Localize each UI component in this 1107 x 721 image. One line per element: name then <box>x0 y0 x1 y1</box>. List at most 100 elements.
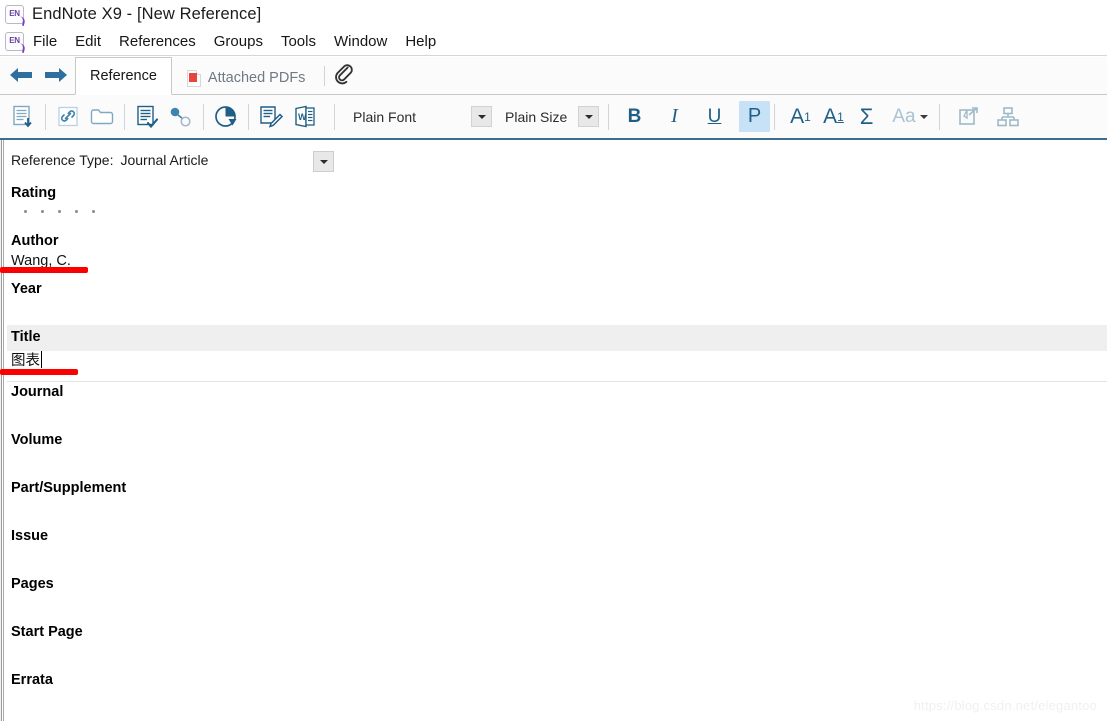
find-reference-updates-icon[interactable] <box>164 100 198 134</box>
rating-star-1[interactable] <box>24 209 27 213</box>
field-pages[interactable]: Pages <box>7 575 1107 614</box>
link-icon[interactable] <box>51 100 85 134</box>
tab-attached-pdfs[interactable]: Attached PDFs <box>172 62 321 94</box>
toolbar-divider-3 <box>203 103 204 130</box>
menu-file[interactable]: File <box>24 32 66 51</box>
field-title-input[interactable]: 图表 <box>7 351 42 371</box>
paperclip-icon[interactable] <box>327 56 361 94</box>
field-start-page-value[interactable] <box>7 642 1107 662</box>
field-pages-value[interactable] <box>7 594 1107 614</box>
pdf-file-icon <box>186 69 201 87</box>
field-issue[interactable]: Issue <box>7 527 1107 566</box>
sigma-icon: Σ <box>859 103 874 129</box>
field-part-supplement-value[interactable] <box>7 498 1107 518</box>
superscript-digit: 1 <box>804 109 811 124</box>
find-full-text-icon[interactable] <box>130 100 164 134</box>
menu-endnote-icon[interactable]: EN <box>5 32 26 54</box>
plain-font-dropdown-icon[interactable] <box>471 106 492 127</box>
text-cursor <box>41 351 42 368</box>
plain-font-combo[interactable]: Plain Font <box>349 103 492 130</box>
toolbar-divider <box>45 103 46 130</box>
author-underline-annotation <box>0 267 88 273</box>
menu-bar: EN File Edit References Groups Tools Win… <box>0 28 1107 56</box>
field-author[interactable]: Author Wang, C. <box>7 232 1107 271</box>
menu-tools[interactable]: Tools <box>272 32 325 51</box>
field-part-supplement[interactable]: Part/Supplement <box>7 479 1107 518</box>
field-rating-label: Rating <box>11 185 57 201</box>
formatting-toolbar: W Plain Font Plain Size B I U P A1 A 1 Σ… <box>0 95 1107 140</box>
chart-icon[interactable] <box>209 100 243 134</box>
edit-reference-icon[interactable] <box>254 100 288 134</box>
open-link-icon[interactable] <box>951 100 985 134</box>
field-year-label: Year <box>11 281 42 297</box>
plain-button[interactable]: P <box>739 101 770 132</box>
reference-fields-container: Reference Type: Journal Article Rating A… <box>7 140 1107 721</box>
folder-icon[interactable] <box>85 100 119 134</box>
window-title: EndNote X9 - [New Reference] <box>32 4 262 23</box>
plain-size-value: Plain Size <box>505 108 568 125</box>
title-underline-annotation <box>0 369 78 375</box>
toolbar-divider-7 <box>774 103 775 130</box>
back-arrow-icon[interactable] <box>8 65 34 85</box>
menu-window[interactable]: Window <box>325 32 396 51</box>
field-title-label: Title <box>7 325 1107 351</box>
forward-arrow-icon[interactable] <box>43 65 69 85</box>
reference-type-row: Reference Type: Journal Article <box>11 152 208 168</box>
field-title[interactable]: Title 图表 <box>7 325 1107 371</box>
title-bar: EN EndNote X9 - [New Reference] <box>0 0 1107 28</box>
field-year-value[interactable] <box>7 299 1107 319</box>
change-case-button[interactable]: Aa <box>889 101 919 132</box>
word-icon[interactable]: W <box>288 100 322 134</box>
reference-form-panel: Reference Type: Journal Article Rating A… <box>0 140 1107 721</box>
new-reference-icon[interactable] <box>6 100 40 134</box>
field-journal-label: Journal <box>11 384 64 400</box>
menu-edit[interactable]: Edit <box>66 32 110 51</box>
insert-symbol-button[interactable]: Σ <box>850 101 883 132</box>
hierarchy-icon[interactable] <box>991 100 1025 134</box>
field-year[interactable]: Year <box>7 280 1107 319</box>
reference-type-dropdown-icon[interactable] <box>313 151 334 172</box>
toolbar-divider-2 <box>124 103 125 130</box>
rating-stars[interactable] <box>7 203 1107 219</box>
reference-type-value: Journal Article <box>120 152 209 168</box>
menu-endnote-icon-swoosh <box>13 41 26 54</box>
panel-left-frame <box>0 140 7 721</box>
menu-groups[interactable]: Groups <box>205 32 272 51</box>
toolbar-divider-6 <box>608 103 609 130</box>
field-rating[interactable]: Rating <box>7 184 1107 219</box>
italic-button[interactable]: I <box>659 101 690 132</box>
underline-button[interactable]: U <box>699 101 730 132</box>
menu-references[interactable]: References <box>110 32 205 51</box>
rating-star-2[interactable] <box>41 209 44 213</box>
tab-reference[interactable]: Reference <box>75 57 172 95</box>
reference-type-label: Reference Type: <box>11 152 114 168</box>
field-volume-value[interactable] <box>7 450 1107 470</box>
tab-strip: Reference Attached PDFs <box>0 57 1107 95</box>
field-author-label: Author <box>11 233 59 249</box>
field-journal[interactable]: Journal <box>7 383 1107 422</box>
field-volume[interactable]: Volume <box>7 431 1107 470</box>
field-author-value[interactable]: Wang, C. <box>7 251 1107 271</box>
navigation-arrows <box>0 56 75 94</box>
field-start-page[interactable]: Start Page <box>7 623 1107 662</box>
rating-star-4[interactable] <box>75 209 78 213</box>
watermark-text: https://blog.csdn.net/elegantoo <box>913 698 1097 713</box>
field-issue-label: Issue <box>11 528 49 544</box>
toolbar-divider-4 <box>248 103 249 130</box>
plain-font-value: Plain Font <box>353 108 417 125</box>
plain-size-dropdown-icon[interactable] <box>578 106 599 127</box>
subscript-digit: 1 <box>837 109 844 124</box>
field-issue-value[interactable] <box>7 546 1107 566</box>
menu-help[interactable]: Help <box>396 32 445 51</box>
plain-size-combo[interactable]: Plain Size <box>501 103 599 130</box>
superscript-button[interactable]: A1 <box>784 101 817 132</box>
endnote-window: EN EndNote X9 - [New Reference] EN File … <box>0 0 1107 721</box>
subscript-button[interactable]: A1 <box>817 101 850 132</box>
rating-star-5[interactable] <box>92 209 95 213</box>
change-case-dropdown-icon[interactable] <box>920 114 928 119</box>
bold-button[interactable]: B <box>619 101 650 132</box>
field-journal-value[interactable] <box>7 402 1107 422</box>
rating-star-3[interactable] <box>58 209 61 213</box>
field-pages-label: Pages <box>11 576 54 592</box>
field-title-separator <box>7 381 1107 382</box>
